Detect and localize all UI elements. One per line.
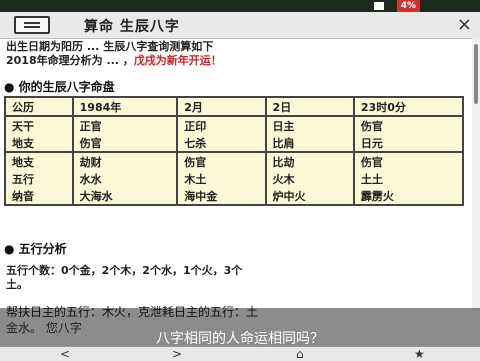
wuxing-section-title: ● 五行分析: [4, 242, 67, 256]
scrollbar[interactable]: [472, 38, 480, 310]
table-cell: 2月: [178, 98, 267, 117]
table-row: 地支 劫财 伤官 比劫 伤官: [6, 153, 462, 170]
row-header: 地支: [6, 134, 74, 153]
table-row: 天干 正官 正印 日主 伤官: [6, 117, 462, 134]
table-cell: 土土: [360, 172, 383, 186]
close-icon[interactable]: ×: [457, 14, 472, 35]
table-cell: 火木: [267, 170, 355, 187]
table-cell: 日主: [267, 117, 355, 134]
star-icon[interactable]: ★: [414, 347, 425, 361]
home-icon[interactable]: ⌂: [296, 347, 304, 361]
battery-indicator: 4%: [396, 0, 420, 12]
table-cell: 伤官: [360, 119, 383, 133]
table-row: 地支 伤官 七杀 比肩 日元: [6, 134, 462, 153]
menu-icon[interactable]: [14, 16, 50, 34]
table-cell: 日元: [354, 134, 462, 153]
table-row: 五行 水水 木土 火木 土土: [6, 170, 462, 187]
table-cell: 海中金: [178, 187, 267, 204]
table-cell: 比劫: [267, 153, 355, 170]
video-subtitle: 八字相同的人命运相同吗？: [156, 331, 324, 347]
signal-icon: [374, 2, 384, 10]
intro-line-2: 2018年命理分析为 ... ，戊戌为新年开运！: [6, 54, 222, 67]
table-cell: 正印: [178, 117, 267, 134]
table-cell: 水水: [74, 170, 179, 187]
page-title: 算命 生辰八字: [84, 19, 180, 35]
table-cell: 伤官: [73, 134, 179, 153]
row-header: 五行: [6, 170, 74, 187]
table-cell: 劫财: [74, 153, 179, 170]
bazi-table: 公历 1984年 2月 2日 23时0分 天干 正官 正印 日主 伤官 地支 伤官 七杀 比肩 日元 地支 劫财…: [4, 96, 464, 206]
intro-highlight: 戊戌为新年开运！: [133, 54, 222, 67]
table-cell: 1984年: [73, 98, 179, 117]
row-header: 纳音: [6, 187, 74, 204]
forward-icon[interactable]: >: [172, 347, 182, 361]
table-cell: 比肩: [266, 134, 355, 153]
table-cell: 伤官: [178, 153, 267, 170]
wuxing-count-1: 五行个数：0个金，2个木，2个水，1个火，3个: [6, 264, 243, 277]
back-icon[interactable]: <: [60, 347, 70, 361]
table-cell: 炉中火: [267, 187, 355, 204]
table-cell: 霹雳火: [360, 189, 394, 203]
bazi-section-title: ● 你的生辰八字命盘: [4, 80, 115, 94]
row-header: 天干: [6, 117, 74, 134]
title-bar: 算命 生辰八字 ×: [0, 12, 480, 39]
wuxing-count-2: 土。: [6, 278, 28, 291]
table-cell: 木土: [178, 170, 267, 187]
table-cell: 大海水: [74, 187, 179, 204]
intro-line-1: 出生日期为阳历 ... 生辰八字查询测算如下: [6, 40, 214, 53]
table-cell: 23时0分: [354, 98, 462, 117]
table-cell: 伤官: [360, 155, 383, 169]
scroll-thumb[interactable]: [474, 44, 478, 104]
bottom-nav: < > ⌂ ★: [0, 346, 480, 361]
table-row: 纳音 大海水 海中金 炉中火 霹雳火: [6, 187, 462, 204]
row-header: 地支: [6, 153, 74, 170]
status-bar: 4%: [0, 0, 480, 12]
table-cell: 七杀: [178, 134, 267, 153]
row-header: 公历: [6, 98, 74, 117]
table-cell: 2日: [266, 98, 355, 117]
table-row: 公历 1984年 2月 2日 23时0分: [6, 98, 462, 117]
table-cell: 正官: [74, 117, 179, 134]
